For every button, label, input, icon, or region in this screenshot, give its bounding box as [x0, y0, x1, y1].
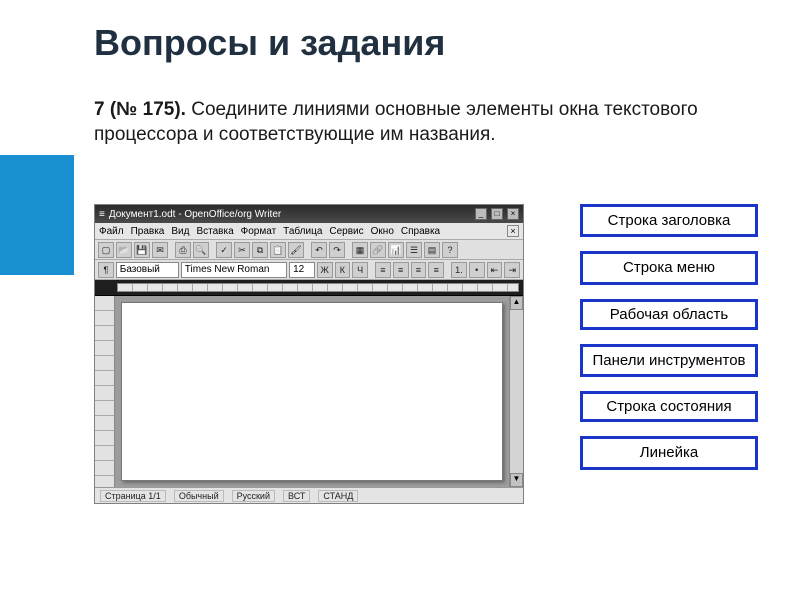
print-icon[interactable]: ⎙ — [175, 242, 191, 258]
scroll-up-icon[interactable]: ▲ — [510, 296, 523, 310]
label-toolbars[interactable]: Панели инструментов — [580, 344, 758, 377]
menu-window[interactable]: Окно — [371, 226, 394, 237]
label-ruler[interactable]: Линейка — [580, 436, 758, 469]
menu-insert[interactable]: Вставка — [196, 226, 233, 237]
size-combo[interactable]: 12 — [289, 262, 315, 278]
scrollbar-vertical[interactable]: ▲ ▼ — [509, 296, 523, 487]
link-icon[interactable]: 🔗 — [370, 242, 386, 258]
indent-dec-icon[interactable]: ⇤ — [487, 262, 503, 278]
nav-icon[interactable]: ☰ — [406, 242, 422, 258]
window-title: Документ1.odt - OpenOffice/org Writer — [109, 209, 281, 220]
new-icon[interactable]: ▢ — [98, 242, 114, 258]
status-mode: СТАНД — [318, 490, 358, 502]
underline-button[interactable]: Ч — [352, 262, 368, 278]
copy-icon[interactable]: ⧉ — [252, 242, 268, 258]
status-style: Обычный — [174, 490, 224, 502]
toolbar-standard: ▢ 📂 💾 ✉ ⎙ 🔍 ✓ ✂ ⧉ 📋 🖌 ↶ ↷ ▦ 🔗 📊 ☰ ▤ ? — [95, 240, 523, 260]
label-statusbar[interactable]: Строка состояния — [580, 391, 758, 422]
table-icon[interactable]: ▦ — [352, 242, 368, 258]
maximize-button[interactable]: □ — [491, 208, 503, 220]
align-justify-icon[interactable]: ≡ — [428, 262, 444, 278]
menubar: Файл Правка Вид Вставка Формат Таблица С… — [95, 223, 523, 240]
styles-icon[interactable]: ¶ — [98, 262, 114, 278]
spellcheck-icon[interactable]: ✓ — [216, 242, 232, 258]
menu-tools[interactable]: Сервис — [329, 226, 363, 237]
menu-view[interactable]: Вид — [171, 226, 189, 237]
open-icon[interactable]: 📂 — [116, 242, 132, 258]
brush-icon[interactable]: 🖌 — [288, 242, 304, 258]
document-page[interactable] — [121, 302, 503, 481]
doc-icon: ≡ — [99, 209, 105, 220]
font-combo[interactable]: Times New Roman — [181, 262, 287, 278]
task-text: 7 (№ 175). Соедините линиями основные эл… — [94, 98, 714, 147]
label-workarea[interactable]: Рабочая область — [580, 299, 758, 330]
ruler-vertical[interactable] — [95, 296, 115, 487]
menu-table[interactable]: Таблица — [283, 226, 322, 237]
slide-title: Вопросы и задания — [94, 22, 445, 64]
align-left-icon[interactable]: ≡ — [375, 262, 391, 278]
toolbar-formatting: ¶ Базовый Times New Roman 12 Ж К Ч ≡ ≡ ≡… — [95, 260, 523, 280]
work-area: ▲ ▼ — [95, 296, 523, 487]
chart-icon[interactable]: 📊 — [388, 242, 404, 258]
labels-column: Строка заголовка Строка меню Рабочая обл… — [580, 204, 758, 470]
accent-bar — [0, 155, 74, 275]
close-button[interactable]: × — [507, 208, 519, 220]
minimize-button[interactable]: _ — [475, 208, 487, 220]
gallery-icon[interactable]: ▤ — [424, 242, 440, 258]
undo-icon[interactable]: ↶ — [311, 242, 327, 258]
bold-button[interactable]: Ж — [317, 262, 333, 278]
menu-file[interactable]: Файл — [99, 226, 124, 237]
ruler-horizontal[interactable] — [95, 280, 523, 296]
italic-button[interactable]: К — [335, 262, 351, 278]
app-window: ≡ Документ1.odt - OpenOffice/org Writer … — [94, 204, 524, 504]
indent-inc-icon[interactable]: ⇥ — [504, 262, 520, 278]
paste-icon[interactable]: 📋 — [270, 242, 286, 258]
task-number: 7 (№ 175). — [94, 99, 186, 120]
cut-icon[interactable]: ✂ — [234, 242, 250, 258]
label-menubar[interactable]: Строка меню — [580, 251, 758, 284]
save-icon[interactable]: 💾 — [134, 242, 150, 258]
close-doc-button[interactable]: × — [507, 225, 519, 237]
menu-format[interactable]: Формат — [241, 226, 277, 237]
preview-icon[interactable]: 🔍 — [193, 242, 209, 258]
titlebar: ≡ Документ1.odt - OpenOffice/org Writer … — [95, 205, 523, 223]
status-page: Страница 1/1 — [100, 490, 166, 502]
status-lang: Русский — [232, 490, 275, 502]
list-bullet-icon[interactable]: • — [469, 262, 485, 278]
redo-icon[interactable]: ↷ — [329, 242, 345, 258]
menu-help[interactable]: Справка — [401, 226, 440, 237]
mail-icon[interactable]: ✉ — [152, 242, 168, 258]
list-num-icon[interactable]: 1. — [451, 262, 467, 278]
style-combo[interactable]: Базовый — [116, 262, 179, 278]
label-titlebar[interactable]: Строка заголовка — [580, 204, 758, 237]
help-icon[interactable]: ? — [442, 242, 458, 258]
menu-edit[interactable]: Правка — [131, 226, 165, 237]
align-center-icon[interactable]: ≡ — [393, 262, 409, 278]
statusbar: Страница 1/1 Обычный Русский ВСТ СТАНД — [95, 487, 523, 503]
align-right-icon[interactable]: ≡ — [411, 262, 427, 278]
scroll-down-icon[interactable]: ▼ — [510, 473, 523, 487]
status-ins: ВСТ — [283, 490, 310, 502]
